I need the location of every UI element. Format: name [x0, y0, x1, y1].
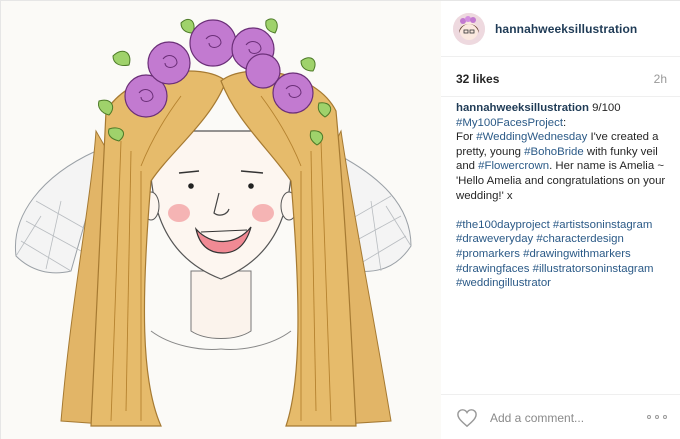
- hashtag-flowercrown[interactable]: #Flowercrown: [478, 160, 549, 172]
- post-sidebar: hannahweeksillustration 32 likes 2h hann…: [441, 1, 680, 439]
- hashtag-drawingwithmarkers[interactable]: #drawingwithmarkers: [523, 248, 631, 260]
- comment-input[interactable]: [490, 410, 640, 425]
- more-options-icon[interactable]: [647, 409, 667, 425]
- hashtag-bohobride[interactable]: #BohoBride: [524, 146, 584, 158]
- caption-count: 9/100: [588, 102, 621, 114]
- caption-body: hannahweeksillustration 9/100 #My100Faces…: [456, 101, 671, 203]
- avatar[interactable]: [453, 12, 485, 45]
- hashtag-artistsoninstagram[interactable]: #artistsoninstagram: [553, 219, 652, 231]
- hashtag-weddingwednesday[interactable]: #WeddingWednesday: [476, 131, 587, 143]
- hashtag-promarkers[interactable]: #promarkers: [456, 248, 520, 260]
- more-dot: [663, 415, 667, 419]
- bride-illustration: [14, 18, 412, 427]
- post-meta: 32 likes 2h: [441, 57, 680, 97]
- caption-text-for: For: [456, 131, 477, 144]
- likes-count[interactable]: 32 likes: [456, 72, 499, 86]
- more-dot: [655, 415, 659, 419]
- post-footer: [441, 394, 680, 439]
- hashtag-the100dayproject[interactable]: #the100dayproject: [456, 219, 550, 231]
- instagram-post: hannahweeksillustration 32 likes 2h hann…: [0, 0, 680, 439]
- hashtag-my100facesproject[interactable]: #My100FacesProject: [456, 117, 563, 129]
- post-caption: hannahweeksillustration 9/100 #My100Faces…: [456, 101, 671, 291]
- heart-icon[interactable]: [456, 408, 478, 428]
- post-image[interactable]: [1, 1, 441, 439]
- hashtag-characterdesign[interactable]: #characterdesign: [536, 233, 623, 245]
- hashtag-drawingfaces[interactable]: #drawingfaces: [456, 263, 529, 275]
- caption-username-link[interactable]: hannahweeksillustration: [456, 102, 589, 114]
- post-time[interactable]: 2h: [654, 72, 667, 86]
- avatar-image: [453, 12, 485, 45]
- username-link[interactable]: hannahweeksillustration: [495, 22, 637, 36]
- hashtag-illustratorsoninstagram[interactable]: #illustratorsoninstagram: [533, 263, 654, 275]
- caption-colon: :: [563, 116, 567, 129]
- hashtag-list: #the100dayproject #artistsoninstagram #d…: [456, 218, 671, 291]
- more-dot: [647, 415, 651, 419]
- post-header: hannahweeksillustration: [441, 1, 680, 57]
- hashtag-draweveryday[interactable]: #draweveryday: [456, 233, 533, 245]
- hashtag-weddingillustrator[interactable]: #weddingillustrator: [456, 277, 551, 289]
